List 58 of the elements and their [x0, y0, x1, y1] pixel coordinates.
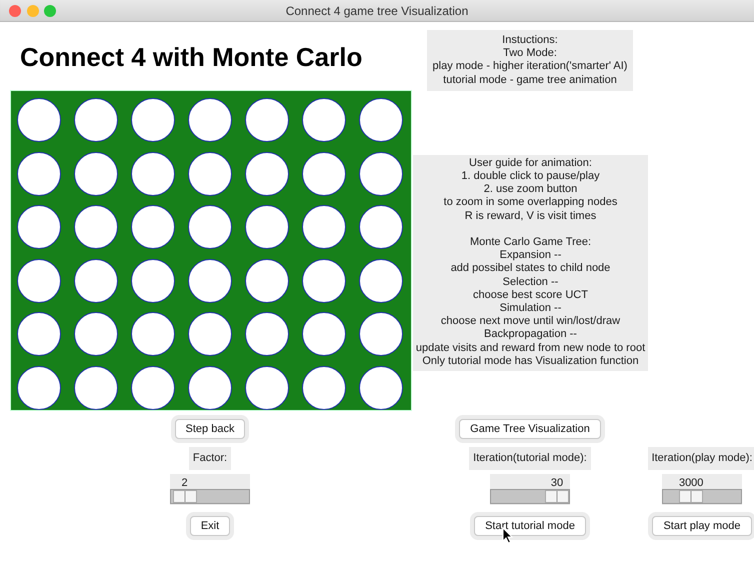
- slider-value: 30: [550, 476, 564, 490]
- board-slot[interactable]: [359, 366, 403, 410]
- board-slot[interactable]: [245, 366, 289, 410]
- slider-thumb[interactable]: [172, 490, 197, 502]
- board-slot[interactable]: [188, 258, 232, 302]
- board-slot[interactable]: [302, 366, 346, 410]
- board-slot[interactable]: [74, 312, 118, 356]
- guide-panel: User guide for animation: 1. double click to pause/play 2. use zoom button to zoom in some overlapping nodes R is reward, V is visit times Monte Carlo Game Tree: Expansion -- add possibel states to child node Selection -- choose best score UCT Simulation -- choose next move until win/lost/draw Backpropagation -- update visits and reward from new node to root Only tutorial mode has Visualization function: [413, 154, 648, 372]
- board-slot[interactable]: [131, 366, 175, 410]
- board-slot[interactable]: [359, 152, 403, 196]
- board-slot[interactable]: [302, 205, 346, 249]
- board-slot[interactable]: [17, 152, 61, 196]
- slider-thumb[interactable]: [545, 490, 569, 502]
- board-slot[interactable]: [17, 98, 61, 142]
- window-title: Connect 4 game tree Visualization: [286, 2, 468, 20]
- board-slot[interactable]: [359, 258, 403, 302]
- board-slot[interactable]: [131, 98, 175, 142]
- board-slot[interactable]: [188, 152, 232, 196]
- board-slot[interactable]: [359, 312, 403, 356]
- board-slot[interactable]: [302, 258, 346, 302]
- board-slot[interactable]: [74, 152, 118, 196]
- board-slot[interactable]: [188, 205, 232, 249]
- board-slot[interactable]: [17, 366, 61, 410]
- slider-value: 2: [182, 476, 188, 490]
- board-slot[interactable]: [74, 205, 118, 249]
- app-heading: Connect 4 with Monte Carlo: [20, 42, 364, 72]
- slider-value: 3000: [678, 476, 704, 490]
- slider-track[interactable]: [490, 488, 570, 504]
- board-slot[interactable]: [131, 152, 175, 196]
- board-slot[interactable]: [245, 205, 289, 249]
- board-slot[interactable]: [131, 312, 175, 356]
- instructions-panel: Instuctions: Two Mode: play mode - higher iteration('smarter' AI) tutorial mode - game tree animation: [427, 30, 633, 91]
- board-slot[interactable]: [188, 366, 232, 410]
- board-slot[interactable]: [131, 205, 175, 249]
- slider-track[interactable]: [170, 488, 250, 504]
- board-slot[interactable]: [188, 98, 232, 142]
- board-slot[interactable]: [17, 312, 61, 356]
- board-slot[interactable]: [245, 312, 289, 356]
- board-slot[interactable]: [245, 258, 289, 302]
- board-slot[interactable]: [245, 152, 289, 196]
- board-slot[interactable]: [74, 366, 118, 410]
- board-slot[interactable]: [359, 98, 403, 142]
- slider-thumb[interactable]: [679, 490, 704, 502]
- slider-label: Iteration(play mode):: [648, 447, 754, 470]
- slider-track[interactable]: [662, 488, 742, 504]
- board-slot[interactable]: [17, 258, 61, 302]
- board-slot[interactable]: [302, 312, 346, 356]
- board-slot[interactable]: [302, 98, 346, 142]
- slider-label: Factor:: [188, 447, 232, 470]
- slider-label: Iteration(tutorial mode):: [469, 447, 591, 470]
- board-slot[interactable]: [131, 258, 175, 302]
- board-slot[interactable]: [74, 258, 118, 302]
- board-slot[interactable]: [302, 152, 346, 196]
- board-slot[interactable]: [188, 312, 232, 356]
- board-slot[interactable]: [74, 98, 118, 142]
- board-slot[interactable]: [245, 98, 289, 142]
- board-slot[interactable]: [359, 205, 403, 249]
- board-slot[interactable]: [17, 205, 61, 249]
